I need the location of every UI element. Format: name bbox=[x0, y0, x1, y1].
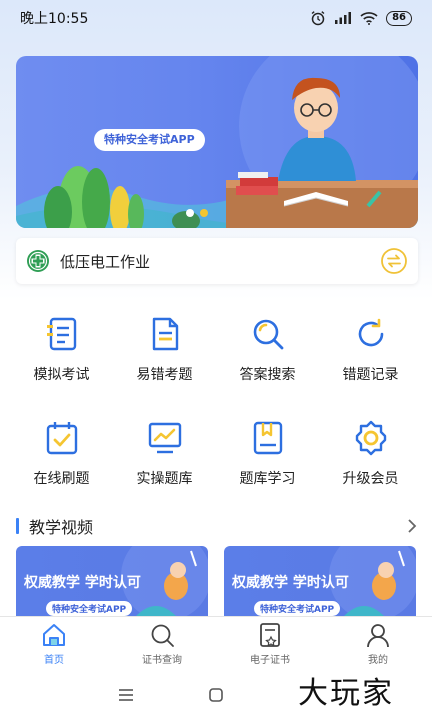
status-time: 晚上10:55 bbox=[20, 11, 89, 27]
promo-banner[interactable]: 特种安全考试APP bbox=[16, 56, 418, 228]
certificate-selector[interactable]: 低压电工作业 bbox=[16, 238, 418, 284]
grid-item-online-practice[interactable]: 在线刷题 bbox=[10, 410, 113, 514]
tab-label: 我的 bbox=[368, 655, 388, 666]
alarm-icon bbox=[311, 11, 325, 26]
tab-label: 证书查询 bbox=[142, 655, 182, 666]
grid-item-error-prone[interactable]: 易错考题 bbox=[113, 306, 216, 410]
tab-mine[interactable]: 我的 bbox=[324, 617, 432, 668]
grid-label: 模拟考试 bbox=[33, 367, 90, 383]
video-card[interactable]: 权威教学 学时认可 特种安全考试APP bbox=[224, 546, 416, 616]
grid-label: 答案搜索 bbox=[239, 367, 296, 383]
grid-item-upgrade-member[interactable]: 升级会员 bbox=[319, 410, 422, 514]
status-icons: 86 bbox=[310, 10, 412, 26]
banner-pagination bbox=[186, 209, 208, 217]
grid-item-answer-search[interactable]: 答案搜索 bbox=[216, 306, 319, 410]
grid-label: 题库学习 bbox=[239, 471, 296, 487]
video-card[interactable]: 权威教学 学时认可 特种安全考试APP bbox=[16, 546, 208, 616]
status-bar: 晚上10:55 86 bbox=[0, 0, 432, 36]
tab-home[interactable]: 首页 bbox=[0, 617, 108, 668]
signal-icon bbox=[335, 12, 352, 24]
banner-dot[interactable] bbox=[186, 209, 194, 217]
exam-list-icon bbox=[46, 317, 76, 351]
video-title: 权威教学 学时认可 bbox=[232, 575, 349, 591]
menu-icon[interactable] bbox=[118, 688, 134, 702]
video-title: 权威教学 学时认可 bbox=[24, 575, 141, 591]
tab-certificate-query[interactable]: 证书查询 bbox=[108, 617, 216, 668]
section-teaching-video[interactable]: 教学视频 bbox=[16, 514, 418, 538]
grid-label: 实操题库 bbox=[136, 471, 193, 487]
grid-label: 在线刷题 bbox=[33, 471, 90, 487]
video-tag: 特种安全考试APP bbox=[254, 601, 341, 616]
grid-label: 易错考题 bbox=[136, 367, 193, 383]
calendar-check-icon bbox=[46, 422, 77, 455]
certificate-title: 低压电工作业 bbox=[60, 252, 151, 271]
tab-label: 电子证书 bbox=[250, 655, 290, 666]
chevron-right-icon[interactable] bbox=[406, 518, 418, 534]
video-tag: 特种安全考试APP bbox=[46, 601, 133, 616]
certificate-icon bbox=[260, 623, 280, 647]
gear-badge-icon bbox=[355, 420, 386, 456]
grid-label: 错题记录 bbox=[342, 367, 399, 383]
banner-tag: 特种安全考试APP bbox=[94, 129, 205, 151]
tab-e-certificate[interactable]: 电子证书 bbox=[216, 617, 324, 668]
switch-icon[interactable] bbox=[380, 247, 408, 275]
battery-indicator: 86 bbox=[386, 10, 412, 26]
home-nav-icon[interactable] bbox=[208, 687, 224, 703]
grid-label: 升级会员 bbox=[342, 471, 399, 487]
search-icon bbox=[151, 624, 174, 647]
document-icon bbox=[152, 317, 178, 351]
tab-label: 首页 bbox=[44, 655, 64, 666]
home-icon bbox=[43, 624, 65, 646]
grid-item-bank-study[interactable]: 题库学习 bbox=[216, 410, 319, 514]
refresh-icon bbox=[358, 318, 383, 347]
user-icon bbox=[367, 624, 389, 648]
safety-cross-icon bbox=[27, 250, 49, 272]
banner-illustration bbox=[16, 56, 418, 228]
bottom-tab-bar: 首页 证书查询 电子证书 我的 bbox=[0, 616, 432, 668]
search-icon bbox=[253, 319, 283, 350]
grid-item-error-record[interactable]: 错题记录 bbox=[319, 306, 422, 410]
watermark-logo: 大玩家 bbox=[298, 676, 394, 711]
function-grid: 模拟考试 易错考题 答案搜索 错题记录 在线刷题 实操题库 题库学习 升级会员 bbox=[10, 306, 422, 514]
wifi-icon bbox=[360, 12, 378, 25]
grid-item-practical-bank[interactable]: 实操题库 bbox=[113, 410, 216, 514]
section-accent-bar bbox=[16, 518, 19, 534]
grid-item-mock-exam[interactable]: 模拟考试 bbox=[10, 306, 113, 410]
banner-dot-active[interactable] bbox=[200, 209, 208, 217]
chart-screen-icon bbox=[148, 422, 181, 454]
section-title: 教学视频 bbox=[29, 518, 94, 537]
bookmark-book-icon bbox=[253, 421, 282, 455]
